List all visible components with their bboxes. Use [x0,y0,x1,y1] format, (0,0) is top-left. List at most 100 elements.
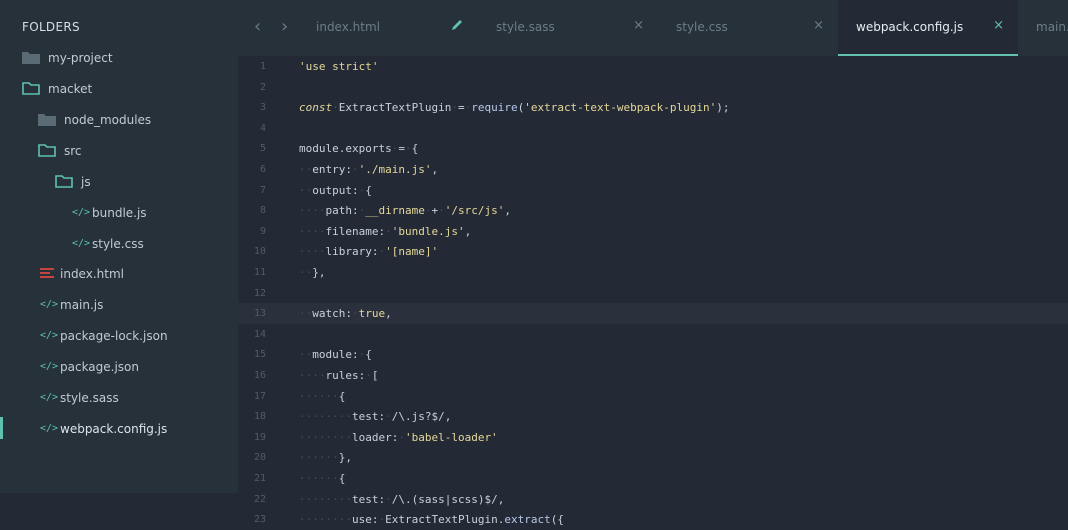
line-number: 16 [253,370,266,381]
line-number: 13 [253,308,266,320]
code-token: ········ [299,410,352,424]
line-number: 4 [259,122,266,134]
code-token: · [398,430,405,444]
code-text: ········test:·/\.(sass|scss)$/, [299,489,504,510]
line-number: 3 [259,102,266,114]
code-token: 'extract-text-webpack-plugin' [524,101,717,115]
sidebar-item-label: style.sass [60,390,119,405]
code-token: , [504,204,511,218]
line-number: 15 [253,349,266,361]
code-token: __dirname [365,204,425,218]
sidebar-item-label: main.js [60,297,104,312]
tab-style-css[interactable]: style.css × [658,0,838,56]
code-token: = [398,142,405,156]
code-file-icon: </> [40,299,59,310]
code-token: · [365,369,372,382]
code-file-icon: </> [72,207,91,218]
code-token: ········ [299,513,352,527]
sidebar-item-js[interactable]: js [0,166,238,197]
sidebar-item-package-lock-json[interactable]: </> package-lock.json [0,320,238,351]
close-icon[interactable]: × [633,18,644,33]
code-line[interactable]: 15 ··module:·{ [238,344,1068,365]
code-text: ······}, [299,447,352,468]
code-token: entry: [312,163,352,176]
code-token: require [471,101,518,115]
code-line[interactable]: 1 'use strict' [238,56,1068,77]
sidebar-item-macket[interactable]: macket [0,73,238,104]
sidebar-item-bundle-js[interactable]: </> bundle.js [0,197,238,228]
code-editor[interactable]: 1'use strict' 2 3 const·ExtractTextPlugin·=… [238,56,1068,526]
sidebar-item-main-js[interactable]: </> main.js [0,289,238,320]
code-token: · [378,513,386,527]
code-line[interactable]: 11 ··}, [238,262,1068,283]
code-token: '[name]' [385,245,439,259]
code-line[interactable]: 23 ········use:·ExtractTextPlugin.extract… [238,509,1068,530]
folder-closed-icon [38,114,56,126]
code-token: [ [371,369,379,382]
code-line[interactable]: 19 ········loader:·'babel-loader' [238,427,1068,448]
code-token: · [385,492,392,506]
tab-index-html[interactable]: index.html [298,0,478,56]
code-line[interactable]: 21 ······{ [238,468,1068,489]
code-text: ········loader:·'babel-loader' [299,427,498,448]
sidebar-item-node-modules[interactable]: node_modules [0,104,238,135]
code-token: watch: [312,307,352,321]
code-token: { [411,142,419,156]
code-file-icon: </> [40,392,59,403]
close-icon[interactable]: × [813,18,824,33]
tab-webpack-config-js[interactable]: webpack.config.js × [838,0,1018,56]
code-token: output: [312,183,359,197]
code-text: ··module:·{ [299,344,372,365]
sidebar-item-my-project[interactable]: my-project [0,42,238,73]
tab-label: webpack.config.js [856,20,964,34]
sidebar-item-index-html[interactable]: index.html [0,258,238,289]
code-line[interactable]: 12 [238,283,1068,304]
nav-back-icon[interactable]: ‹ [254,16,261,37]
code-token: { [365,183,372,197]
code-token: ···· [299,204,326,218]
code-line[interactable]: 13 ··watch:·true, [238,303,1068,325]
sidebar-item-webpack-config-js[interactable]: </> webpack.config.js [0,413,238,444]
code-token: '/src/js' [444,204,505,218]
code-token: loader: [351,430,399,444]
code-line[interactable]: 22 ········test:·/\.(sass|scss)$/, [238,489,1068,510]
code-text: ······{ [299,468,345,489]
tab-style-sass[interactable]: style.sass × [478,0,658,56]
code-token: · [352,163,359,176]
code-line[interactable]: 8 ····path:·__dirname·+·'/src/js', [238,200,1068,221]
code-line[interactable]: 9 ····filename:·'bundle.js', [238,221,1068,242]
code-line[interactable]: 10 ····library:·'[name]' [238,241,1068,262]
tab-label: main.js [1036,20,1068,34]
code-text: const·ExtractTextPlugin·=·require('extra… [299,97,730,118]
code-line[interactable]: 5 module.exports·=·{ [238,138,1068,159]
code-line[interactable]: 2 [238,77,1068,98]
code-line[interactable]: 17 ······{ [238,386,1068,407]
code-token: , [464,224,472,238]
code-line[interactable]: 7 ··output:·{ [238,180,1068,201]
sidebar-item-label: bundle.js [92,205,147,220]
html-file-icon [40,268,54,279]
code-token: { [338,389,346,403]
code-text: ········use:·ExtractTextPlugin.extract({ [299,509,564,530]
close-icon[interactable]: × [993,18,1004,33]
code-line[interactable]: 20 ······}, [238,447,1068,468]
tab-main-js[interactable]: main.js [1018,0,1068,56]
sidebar-item-style-sass[interactable]: </> style.sass [0,382,238,413]
code-line[interactable]: 6 ··entry:·'./main.js', [238,159,1068,180]
code-token: library: [325,245,379,259]
sidebar: FOLDERS my-project macket node_modules s… [0,0,238,493]
code-line[interactable]: 3 const·ExtractTextPlugin·=·require('extr… [238,97,1068,118]
code-token: use: [351,513,379,527]
folder-open-icon [55,175,73,188]
sidebar-item-label: js [81,174,91,189]
sidebar-item-src[interactable]: src [0,135,238,166]
tab-bar: ‹ › index.html style.sass × style.css × … [238,0,1068,56]
sidebar-item-package-json[interactable]: </> package.json [0,351,238,382]
code-line[interactable]: 16 ····rules:·[ [238,365,1068,386]
nav-forward-icon[interactable]: › [281,16,288,37]
code-line[interactable]: 18 ········test:·/\.js?$/, [238,406,1068,427]
code-line[interactable]: 4 [238,118,1068,139]
sidebar-item-style-css[interactable]: </> style.css [0,228,238,259]
line-number: 22 [253,493,266,505]
code-line[interactable]: 14 [238,324,1068,345]
